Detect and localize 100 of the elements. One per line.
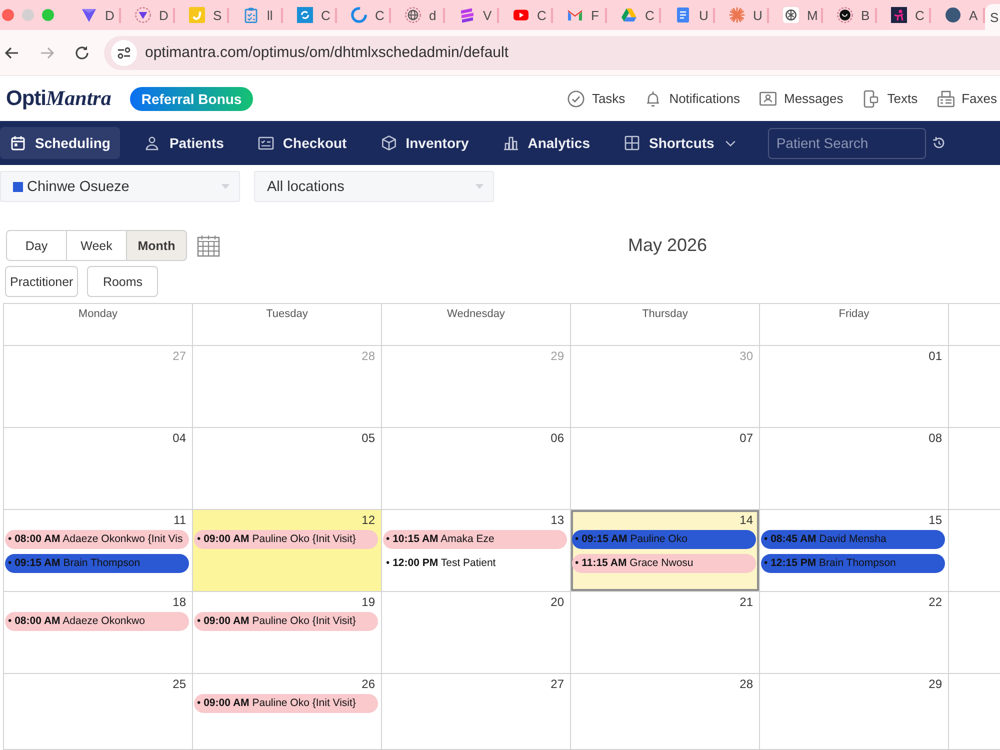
view-button[interactable]: Week [66,230,127,261]
browser-tab[interactable]: d [391,0,445,30]
date-number: 27 [172,349,186,363]
day-cell[interactable]: 20 [382,592,571,674]
date-number: 30 [740,349,753,363]
header-link[interactable]: Tasks [566,90,626,108]
appointment-event[interactable]: • 11:15 AM Grace Nwosu [572,554,756,573]
browser-tab[interactable]: ll [229,0,283,30]
fax-icon [936,90,955,108]
day-cell[interactable]: 19 • 09:00 AM Pauline Oko {Init Visit} [193,592,382,674]
check-circle-icon [566,90,585,108]
browser-tab[interactable]: C [283,0,337,30]
nav-tab[interactable]: Shortcuts [614,127,746,159]
history-icon[interactable] [932,136,946,150]
globe-icon [405,7,421,23]
browser-tab[interactable]: U [715,0,769,30]
grid-icon [624,135,640,151]
triangle-icon [81,7,97,23]
window-close-icon[interactable] [2,9,14,21]
view-button[interactable]: Month [126,230,187,261]
nav-tab[interactable]: Scheduling [0,127,120,159]
hook-tile-icon [189,7,205,23]
date-number: 27 [550,677,564,691]
appointment-event[interactable]: • 09:00 AM Pauline Oko {Init Visit} [194,694,378,713]
browser-tab[interactable]: C [337,0,391,30]
checklist-icon [258,135,274,151]
reload-icon[interactable] [73,44,91,62]
address-field[interactable]: optimantra.com/optimus/om/dhtmlxschedadmin/default [104,36,1000,70]
day-cell[interactable]: 26 • 09:00 AM Pauline Oko {Init Visit} [193,674,382,750]
view-button[interactable]: Day [6,230,67,261]
browser-tab[interactable]: C [607,0,661,30]
browser-tab[interactable]: D [67,0,121,30]
date-number: 20 [550,595,564,609]
app-logo[interactable]: OptiMantra [6,86,112,111]
header-link[interactable]: Messages [759,90,844,108]
calendar-title: May 2026 [628,235,708,256]
day-cell[interactable]: 04 [4,428,193,510]
day-cell[interactable]: 27 [382,674,571,750]
browser-tab[interactable]: M [769,0,823,30]
appointment-event[interactable]: • 09:00 AM Pauline Oko {Init Visit} [194,530,378,549]
day-cell[interactable]: 25 [4,674,193,750]
document-icon [675,7,691,23]
header-link[interactable]: Notifications [644,90,740,108]
nav-tab[interactable]: Patients [134,127,234,159]
nav-tab[interactable]: Analytics [492,127,600,159]
browser-tab[interactable]: D [121,0,175,30]
weekday-label: Thursday [642,308,688,320]
nav-tab[interactable]: Inventory [370,127,479,159]
day-cell[interactable]: 14 • 09:15 AM Pauline Oko • 11:15 AM Grace Nwosu [571,510,760,592]
day-cell[interactable]: 18 • 08:00 AM Adaeze Okonkwo [4,592,193,674]
browser-tab[interactable]: C [499,0,553,30]
appointment-event[interactable]: • 12:00 PM Test Patient [383,554,567,573]
referral-button[interactable]: Referral Bonus [130,86,253,110]
date-number: 14 [740,513,753,527]
browser-tab[interactable]: S [985,4,1000,30]
day-cell[interactable]: 28 [571,674,760,750]
mode-button[interactable]: Practitioner [5,266,78,297]
patient-search-field[interactable]: Patient Search [768,128,926,158]
browser-tab[interactable]: V [445,0,499,30]
day-cell[interactable]: 29 [760,674,949,750]
date-number: 28 [740,677,753,691]
browser-tab[interactable]: B [823,0,877,30]
phone-icon [862,90,880,108]
weekday-label: Tuesday [266,308,308,320]
day-cell[interactable]: 12 • 09:00 AM Pauline Oko {Init Visit} [193,510,382,592]
weekday-label: Monday [78,308,118,320]
filter-select[interactable]: Chinwe Osueze [0,171,240,202]
calendar-icon[interactable] [197,234,220,256]
filter-select[interactable]: All locations [254,171,494,202]
appointment-event[interactable]: • 08:00 AM Adaeze Okonkwo {Init Vis [5,530,189,549]
date-number: 22 [928,595,942,609]
disc-icon [837,7,853,23]
day-cell[interactable]: 21 [571,592,760,674]
day-cell[interactable]: 22 [760,592,949,674]
day-cell[interactable]: 06 [382,428,571,510]
appointment-event[interactable]: • 10:15 AM Amaka Eze [383,530,567,549]
browser-tab[interactable]: S [175,0,229,30]
caret-icon [221,184,230,189]
header-link[interactable]: Faxes [936,90,997,108]
header-link[interactable]: Texts [862,90,918,108]
weekday-label: Wednesday [447,308,505,320]
browser-tab[interactable]: A [931,0,985,30]
date-number: 21 [740,595,753,609]
date-number: 26 [362,677,375,691]
day-cell[interactable]: 08 [760,428,949,510]
day-cell[interactable]: 11 • 08:00 AM Adaeze Okonkwo {Init Vis • 09:15 AM Brain Thompson [4,510,193,592]
calendar-icon [10,135,26,151]
appointment-event[interactable]: • 09:00 AM Pauline Oko {Init Visit} [194,612,378,631]
mode-button[interactable]: Rooms [87,266,158,297]
browser-tab[interactable]: F [553,0,607,30]
appointment-event[interactable]: • 08:00 AM Adaeze Okonkwo [5,612,189,631]
nav-tab[interactable]: Checkout [248,127,357,159]
browser-tab[interactable]: U [661,0,715,30]
day-cell[interactable]: 01 [760,346,949,428]
sliders-icon[interactable] [111,40,137,66]
triangle-icon [621,7,637,23]
play-icon [513,7,529,23]
browser-tab[interactable]: C [877,0,931,30]
day-cell[interactable]: 13 • 10:15 AM Amaka Eze • 12:00 PM Test Patient [382,510,571,592]
date-number: 25 [172,677,186,691]
